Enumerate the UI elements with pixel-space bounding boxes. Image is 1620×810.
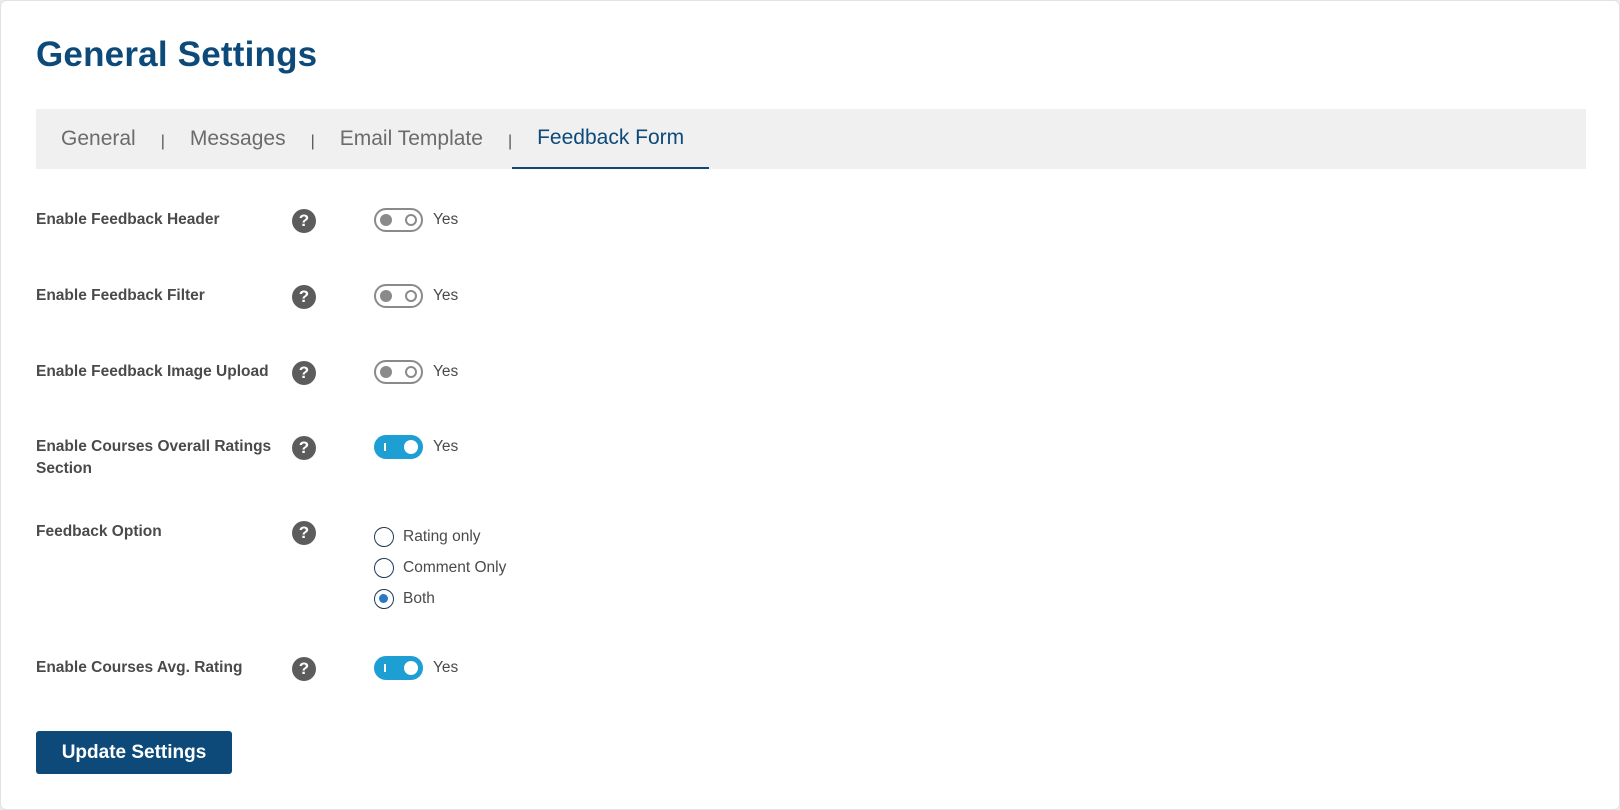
toggle-knob [380, 366, 392, 378]
toggle-text: Yes [433, 438, 459, 455]
settings-panel: General Settings General | Messages | Em… [0, 0, 1620, 810]
toggle-text: Yes [433, 287, 459, 304]
toggle-knob [404, 440, 418, 454]
radio-option-both[interactable]: Both [374, 583, 506, 614]
toggle-knob [380, 214, 392, 226]
radio-label: Rating only [403, 527, 481, 545]
toggle-text: Yes [433, 363, 459, 380]
tab-messages[interactable]: Messages [165, 109, 311, 169]
setting-label: Feedback Option [36, 523, 162, 540]
settings-tabs: General | Messages | Email Template | Fe… [36, 109, 1586, 169]
feedback-image-upload-toggle[interactable] [374, 360, 423, 384]
toggle-off-indicator [405, 290, 417, 302]
toggle-text: Yes [433, 659, 459, 676]
feedback-option-radio-group: Rating only Comment Only Both [374, 521, 506, 614]
setting-label: Enable Courses Avg. Rating [36, 659, 243, 676]
help-icon[interactable]: ? [292, 209, 316, 233]
toggle-off-indicator [405, 366, 417, 378]
update-settings-button[interactable]: Update Settings [36, 731, 232, 774]
toggle-off-indicator [405, 214, 417, 226]
page-title: General Settings [36, 35, 318, 74]
radio-label: Comment Only [403, 558, 507, 576]
radio-button[interactable] [374, 557, 394, 578]
setting-label: Enable Feedback Header [36, 211, 220, 228]
radio-option-rating-only[interactable]: Rating only [374, 521, 506, 552]
help-icon[interactable]: ? [292, 436, 316, 460]
radio-button-checked[interactable] [374, 588, 394, 609]
tab-email-template[interactable]: Email Template [315, 109, 508, 169]
toggle-knob [380, 290, 392, 302]
help-icon[interactable]: ? [292, 361, 316, 385]
help-icon[interactable]: ? [292, 657, 316, 681]
help-icon[interactable]: ? [292, 285, 316, 309]
setting-label: Enable Feedback Filter [36, 287, 205, 304]
radio-option-comment-only[interactable]: Comment Only [374, 552, 506, 583]
setting-label: Enable Courses Overall Ratings Section [36, 438, 272, 477]
radio-label: Both [403, 589, 435, 607]
feedback-header-toggle[interactable] [374, 208, 423, 232]
avg-rating-toggle[interactable] [374, 656, 423, 680]
tab-general[interactable]: General [36, 109, 161, 169]
toggle-on-indicator [384, 443, 386, 451]
toggle-text: Yes [433, 211, 459, 228]
toggle-on-indicator [384, 664, 386, 672]
toggle-knob [404, 661, 418, 675]
overall-ratings-toggle[interactable] [374, 435, 423, 459]
radio-button[interactable] [374, 526, 394, 547]
help-icon[interactable]: ? [292, 521, 316, 545]
setting-label: Enable Feedback Image Upload [36, 363, 269, 380]
feedback-filter-toggle[interactable] [374, 284, 423, 308]
tab-feedback-form[interactable]: Feedback Form [512, 109, 710, 169]
